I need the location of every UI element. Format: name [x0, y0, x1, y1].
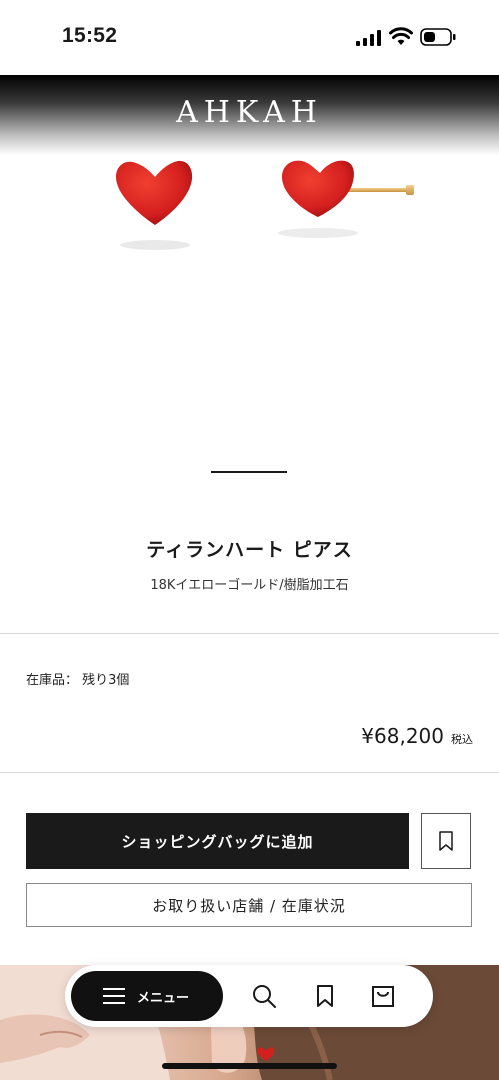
price-value: ¥68,200	[361, 724, 444, 748]
divider	[0, 772, 499, 773]
search-icon[interactable]	[251, 983, 277, 1009]
product-title: ティランハート ピアス	[146, 539, 353, 561]
menu-label: メニュー	[137, 991, 190, 1006]
wifi-icon	[389, 27, 413, 45]
status-bar: 15:52	[0, 0, 499, 75]
divider	[0, 633, 499, 634]
status-time: 15:52	[62, 24, 118, 47]
add-to-bag-button[interactable]: ショッピングバッグに追加	[26, 813, 409, 869]
tax-label: 税込	[451, 733, 473, 746]
store-stock-button[interactable]: お取り扱い店舗 / 在庫状況	[26, 883, 472, 927]
bag-icon[interactable]	[370, 983, 396, 1009]
battery-icon	[420, 28, 456, 46]
product-price: ¥68,200 税込	[361, 724, 473, 748]
bookmark-icon	[439, 831, 453, 851]
bottom-navigation: メニュー	[65, 965, 433, 1027]
bookmark-icon[interactable]	[312, 983, 338, 1009]
carousel-indicator[interactable]	[211, 471, 287, 473]
cellular-signal-icon	[356, 30, 381, 46]
menu-button[interactable]: メニュー	[71, 971, 223, 1021]
stock-status: 在庫品： 残り3個	[26, 673, 130, 688]
home-indicator[interactable]	[162, 1063, 337, 1069]
brand-logo[interactable]: AHKAH	[0, 95, 499, 130]
menu-icon	[103, 988, 125, 1004]
product-image[interactable]: AHKAH	[0, 75, 499, 525]
bookmark-button[interactable]	[421, 813, 471, 869]
product-material: 18Kイエローゴールド/樹脂加工石	[150, 578, 349, 593]
heart-earrings-image	[116, 160, 414, 250]
